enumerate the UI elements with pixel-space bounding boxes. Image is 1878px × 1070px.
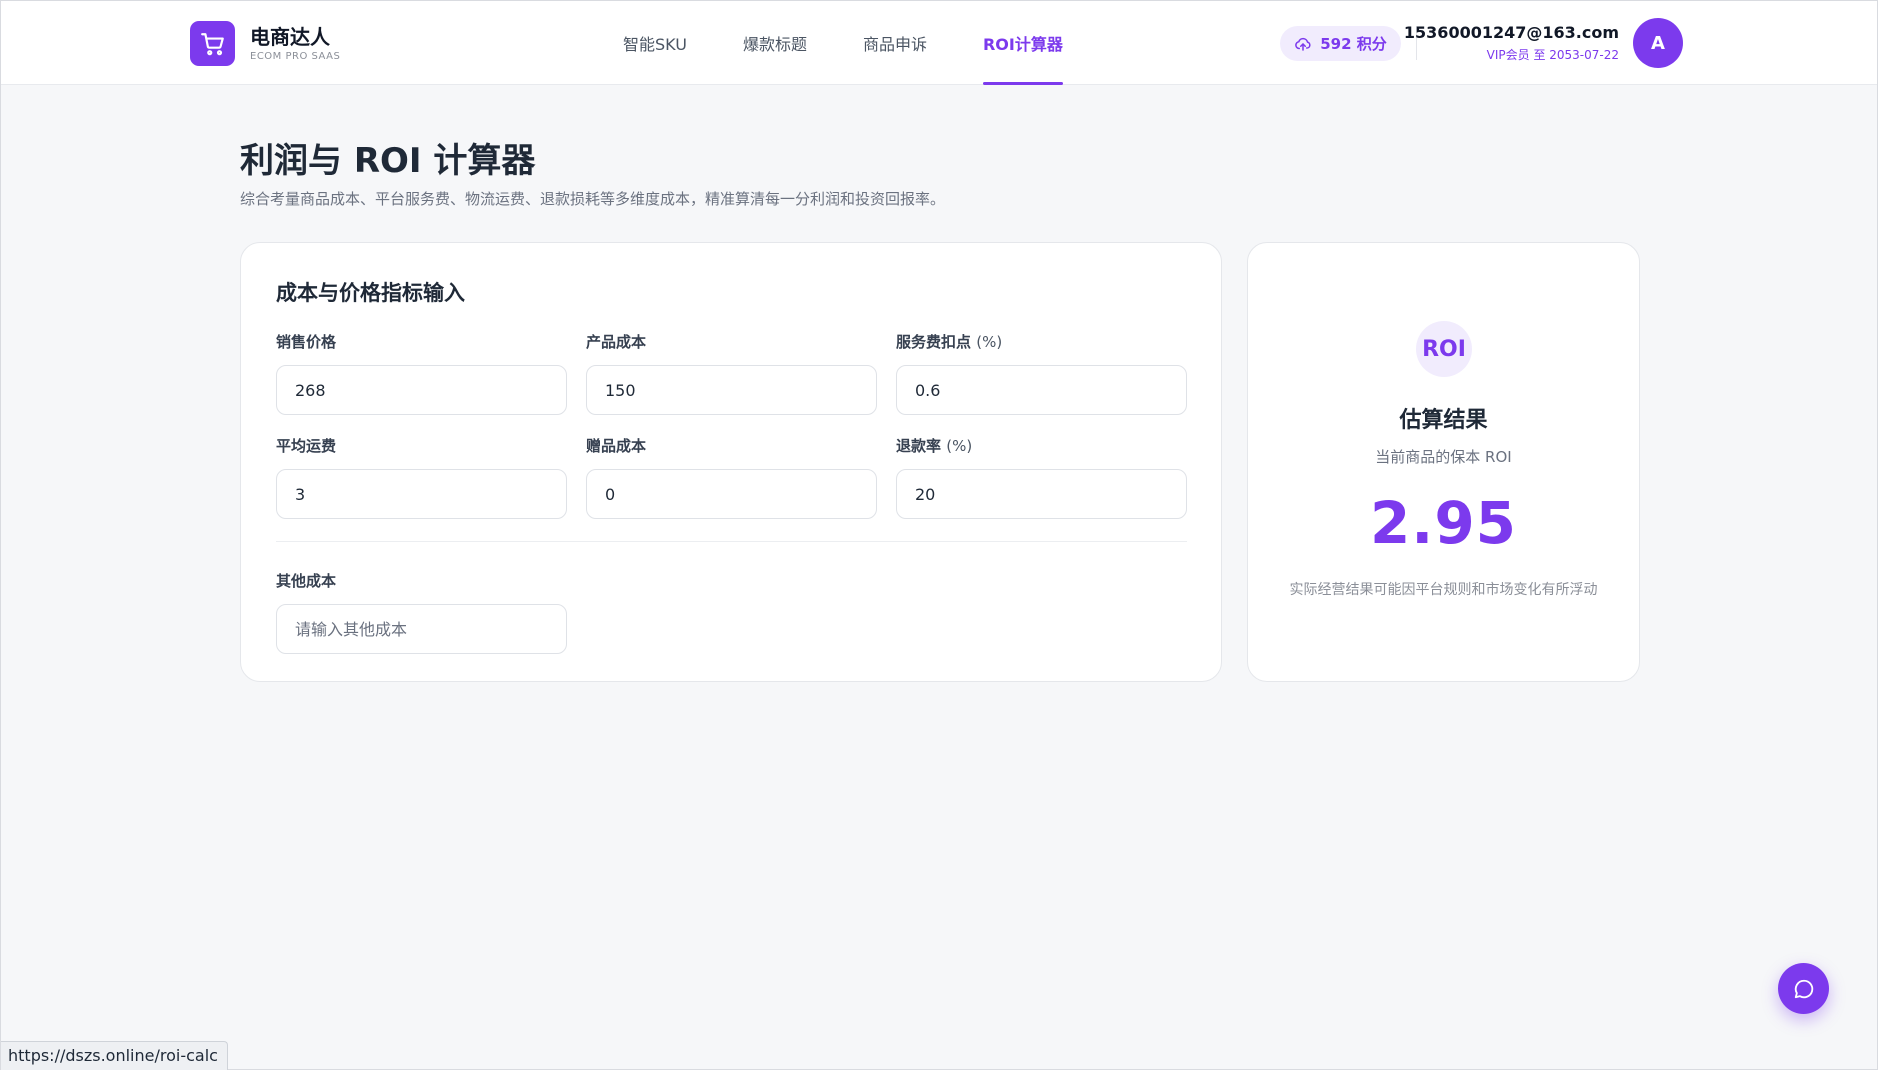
result-title: 估算结果: [1399, 408, 1488, 433]
chat-button[interactable]: [1778, 963, 1829, 1014]
shipping-input[interactable]: [276, 469, 567, 519]
nav-smart-sku[interactable]: 智能SKU: [623, 1, 687, 85]
chat-bubble-icon: [1794, 979, 1813, 998]
page-title: 利润与 ROI 计算器: [240, 141, 536, 181]
main-nav: 智能SKU 爆款标题 商品申诉 ROI计算器: [623, 1, 1119, 85]
field-service-fee: 服务费扣点 (%): [896, 331, 1187, 415]
refund-rate-input[interactable]: [896, 469, 1187, 519]
product-cost-label: 产品成本: [586, 333, 647, 351]
other-cost-input[interactable]: [276, 604, 567, 654]
field-refund-rate: 退款率 (%): [896, 435, 1187, 519]
service-fee-label: 服务费扣点 (%): [896, 333, 1003, 351]
section-divider: [276, 541, 1187, 542]
other-cost-label: 其他成本: [276, 572, 337, 590]
brand-text: 电商达人 ECOM PRO SAAS: [250, 25, 340, 62]
field-other-cost: 其他成本: [276, 570, 567, 654]
result-card: ROI 估算结果 当前商品的保本 ROI 2.95 实际经营结果可能因平台规则和…: [1247, 242, 1640, 682]
brand[interactable]: 电商达人 ECOM PRO SAAS: [190, 21, 340, 66]
avatar[interactable]: A: [1633, 18, 1683, 68]
nav-product-appeal[interactable]: 商品申诉: [863, 1, 927, 85]
product-cost-input[interactable]: [586, 365, 877, 415]
roi-badge: ROI: [1416, 321, 1472, 377]
nav-roi-calculator[interactable]: ROI计算器: [982, 1, 1063, 85]
user-info[interactable]: 15360001247@163.com VIP会员 至 2053-07-22: [1404, 23, 1619, 63]
input-card: 成本与价格指标输入 销售价格 产品成本 服务费扣点 (%) 平均运费: [240, 242, 1222, 682]
field-sale-price: 销售价格: [276, 331, 567, 415]
field-product-cost: 产品成本: [586, 331, 877, 415]
brand-name: 电商达人: [250, 25, 330, 49]
brand-subtitle: ECOM PRO SAAS: [250, 51, 341, 62]
top-header: 电商达人 ECOM PRO SAAS 智能SKU 爆款标题 商品申诉 ROI计算…: [1, 1, 1877, 85]
app-window: 电商达人 ECOM PRO SAAS 智能SKU 爆款标题 商品申诉 ROI计算…: [0, 0, 1878, 1070]
gift-cost-input[interactable]: [586, 469, 877, 519]
input-card-title: 成本与价格指标输入: [276, 281, 465, 305]
service-fee-input[interactable]: [896, 365, 1187, 415]
sale-price-input[interactable]: [276, 365, 567, 415]
shopping-cart-icon: [190, 21, 235, 66]
shipping-label: 平均运费: [276, 437, 337, 455]
status-bar-url: https://dszs.online/roi-calc: [1, 1041, 228, 1070]
result-note: 实际经营结果可能因平台规则和市场变化有所浮动: [1289, 582, 1598, 598]
field-gift-cost: 赠品成本: [586, 435, 877, 519]
nav-hot-title[interactable]: 爆款标题: [743, 1, 807, 85]
refund-rate-label: 退款率 (%): [896, 437, 973, 455]
sale-price-label: 销售价格: [276, 333, 337, 351]
result-subtitle: 当前商品的保本 ROI: [1375, 448, 1512, 466]
vip-status: VIP会员 至 2053-07-22: [1486, 48, 1619, 62]
roi-value: 2.95: [1369, 489, 1518, 557]
gift-cost-label: 赠品成本: [586, 437, 647, 455]
field-shipping: 平均运费: [276, 435, 567, 519]
user-email: 15360001247@163.com: [1403, 23, 1619, 42]
points-badge[interactable]: 592 积分: [1280, 26, 1401, 61]
page-description: 综合考量商品成本、平台服务费、物流运费、退款损耗等多维度成本，精准算清每一分利润…: [240, 190, 946, 208]
points-label: 592 积分: [1320, 35, 1387, 53]
cloud-upload-icon: [1295, 37, 1311, 51]
